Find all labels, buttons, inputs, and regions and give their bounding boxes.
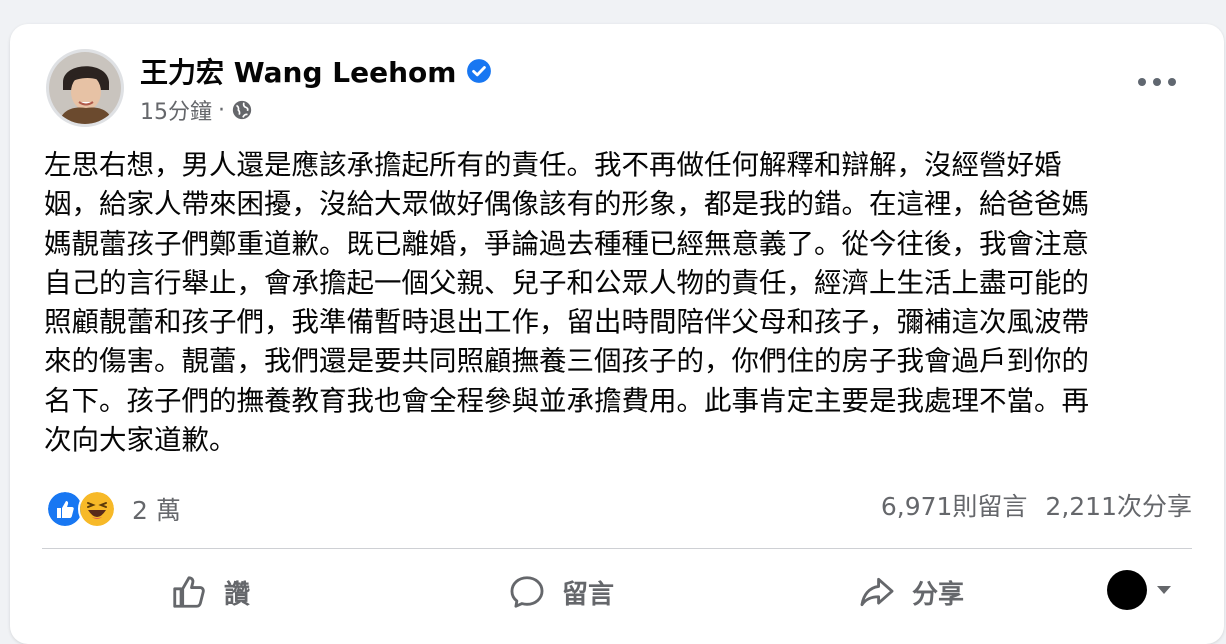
like-label: 讚	[224, 579, 251, 610]
verified-badge-icon	[467, 59, 492, 83]
post-author: 王力宏 Wang Leehom	[140, 51, 492, 91]
comment-button[interactable]: 留言	[508, 568, 614, 616]
like-button[interactable]: 讚	[170, 568, 250, 616]
reactions-summary[interactable]: 2 萬	[46, 490, 181, 528]
author-name[interactable]: 王力宏 Wang Leehom	[140, 51, 456, 91]
meta-separator: ·	[218, 97, 225, 123]
action-bar: 讚 留言 分享	[42, 568, 1192, 618]
divider	[42, 548, 1192, 549]
comment-count[interactable]: 6,971則留言	[881, 490, 1028, 524]
reaction-count[interactable]: 2 萬	[132, 491, 181, 527]
globe-icon[interactable]	[231, 99, 253, 121]
reaction-audience-selector[interactable]	[1107, 570, 1171, 610]
share-icon	[860, 577, 894, 607]
author-avatar[interactable]	[46, 49, 124, 127]
share-count[interactable]: 2,211次分享	[1045, 490, 1192, 524]
more-options-icon[interactable]	[1138, 76, 1176, 88]
share-label: 分享	[912, 579, 965, 610]
post-timestamp[interactable]: 15分鐘	[140, 94, 212, 126]
haha-icon	[78, 490, 116, 528]
comment-icon	[510, 576, 544, 608]
post-meta: 15分鐘 ·	[140, 94, 253, 126]
post-body: 左思右想，男人還是應該承擔起所有的責任。我不再做任何解釋和辯解，沒經營好婚 姻，…	[44, 149, 1089, 457]
profile-avatar	[1107, 570, 1147, 610]
post-card: 王力宏 Wang Leehom 15分鐘 · 左思右想，男人還是應該承擔起所有的…	[10, 24, 1224, 644]
share-button[interactable]: 分享	[858, 568, 964, 616]
thumbs-up-icon	[173, 576, 205, 608]
comment-label: 留言	[562, 579, 615, 610]
chevron-down-icon	[1157, 586, 1171, 594]
post-stats: 6,971則留言 2,211次分享	[881, 490, 1192, 524]
